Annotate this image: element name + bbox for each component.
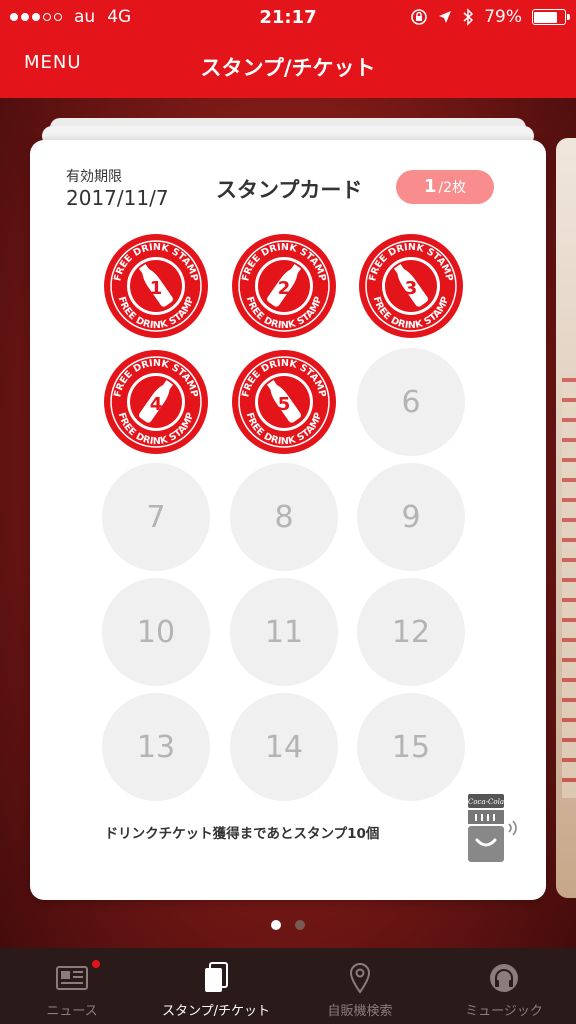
stamp-slot-empty: 12 [357,578,465,686]
free-drink-stamp-icon: FREE DRINK STAMPFREE DRINK STAMP1 [104,234,208,338]
stamp-slot-empty: 11 [230,578,338,686]
stamp-number: 1 [150,278,163,299]
stamp-number: 3 [405,278,418,299]
tab-label-music: ミュージック [465,1004,543,1019]
slot-number: 7 [146,499,166,535]
page-indicator[interactable] [0,920,576,930]
page-dot-1[interactable] [271,920,281,930]
next-card-peek[interactable] [556,138,576,898]
carrier-label: au [74,7,96,27]
svg-text:Coca-Cola: Coca-Cola [468,798,504,806]
rotation-lock-icon [411,9,427,25]
page-dot-2[interactable] [295,920,305,930]
bluetooth-icon [463,8,474,26]
free-drink-stamp-icon: FREE DRINK STAMPFREE DRINK STAMP4 [104,350,208,454]
slot-number: 14 [264,729,304,765]
newspaper-icon [54,960,90,996]
slot-number: 11 [264,614,304,650]
stamp-slot-empty: 10 [102,578,210,686]
slot-number: 13 [136,729,176,765]
slot-number: 10 [136,614,176,650]
stamp-slot-empty: 6 [357,348,465,456]
slot-number: 9 [401,499,421,535]
stamp-slot-empty: 15 [357,693,465,801]
cards-icon [198,960,234,996]
stamp-slot-empty: 8 [230,463,338,571]
stamp-slot-empty: 7 [102,463,210,571]
tab-vending-search[interactable]: 自販機検索 [288,948,432,1024]
tab-label-stamp-ticket: スタンプ/チケット [162,1004,270,1019]
tab-music[interactable]: ミュージック [432,948,576,1024]
stamp-number: 5 [278,394,291,415]
stamp-number: 2 [278,278,291,299]
slot-number: 6 [401,384,421,420]
headphones-icon [486,960,522,996]
stamp-slot-filled: FREE DRINK STAMP FREE DRINK STAMP 2 [230,232,338,340]
stamp-slot-filled: FREE DRINK STAMP FREE DRINK STAMP 3 [357,232,465,340]
stamp-slot-empty: 13 [102,693,210,801]
expiry-date: 2017/11/7 [66,186,169,210]
stamp-slot-empty: 14 [230,693,338,801]
location-arrow-icon [439,11,452,23]
tab-bar: ニュース スタンプ/チケット 自販機検索 ミュージック [0,948,576,1024]
network-label: 4G [107,7,132,27]
tab-stamp-ticket[interactable]: スタンプ/チケット [144,948,288,1024]
battery-percent: 79% [484,7,522,27]
nav-bar: MENU スタンプ/チケット [0,34,576,98]
page-title: スタンプ/チケット [200,56,376,80]
expiry-label: 有効期限 [66,169,122,185]
tab-label-vending-search: 自販機検索 [327,1004,393,1019]
status-bar: au 4G 21:17 79% [0,0,576,34]
card-count-current: 1 [423,176,437,197]
slot-number: 8 [274,499,294,535]
clock: 21:17 [259,6,317,28]
tab-label-news: ニュース [46,1004,98,1019]
news-notification-badge [92,960,100,968]
location-pin-icon [342,960,378,996]
free-drink-stamp-icon: FREE DRINK STAMPFREE DRINK STAMP2 [232,234,336,338]
slot-number: 12 [391,614,431,650]
vending-machine-icon: Coca-Cola [468,794,517,862]
signal-strength-icon [10,13,62,21]
stamp-card: 有効期限 2017/11/7 スタンプカード 1 /2枚 FREE DRINK … [30,140,546,900]
card-count-total: /2枚 [438,180,467,196]
stamp-number: 4 [150,394,163,415]
free-drink-stamp-icon: FREE DRINK STAMPFREE DRINK STAMP5 [232,350,336,454]
tab-news[interactable]: ニュース [0,948,144,1024]
stamp-slot-filled: FREE DRINK STAMP FREE DRINK STAMP 1 [102,232,210,340]
slot-number: 15 [391,729,431,765]
card-title: スタンプカード [216,178,363,202]
battery-icon [531,9,570,25]
stamp-slot-filled: FREE DRINK STAMP FREE DRINK STAMP 5 [230,348,338,456]
stamp-slot-empty: 9 [357,463,465,571]
free-drink-stamp-icon: FREE DRINK STAMPFREE DRINK STAMP3 [359,234,463,338]
stamp-slot-filled: FREE DRINK STAMP FREE DRINK STAMP 4 [102,348,210,456]
card-count-badge: 1 /2枚 [396,170,494,204]
